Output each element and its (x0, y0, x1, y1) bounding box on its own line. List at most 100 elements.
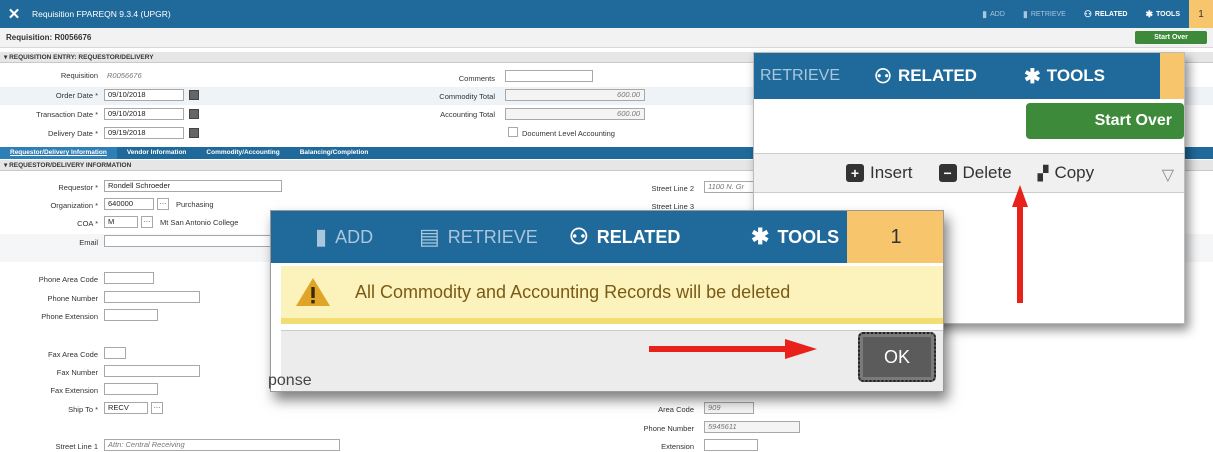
fax-number-field[interactable] (104, 365, 200, 377)
street-line1-field[interactable]: Attn: Central Receiving (104, 439, 340, 451)
requisition-bar: Requisition: R0056676 Start Over (0, 28, 1213, 48)
gear-icon: ✱ (1024, 65, 1041, 88)
delete-button[interactable]: − Delete (913, 163, 1012, 183)
document-level-label: Document Level Accounting (522, 129, 615, 138)
fax-number-label: Fax Number (56, 368, 98, 377)
street-line2-label: Street Line 2 (651, 184, 694, 193)
app-header: ✕ Requisition FPAREQN 9.3.4 (UPGR) ▮ ADD … (0, 0, 1213, 28)
tools-button[interactable]: ✱ TOOLS (751, 211, 839, 263)
copy-icon: ▞ (1037, 164, 1049, 181)
background-text: ponse (268, 372, 312, 389)
tools-button[interactable]: ✱ TOOLS (1024, 64, 1174, 89)
minus-icon: − (938, 164, 957, 182)
area-code-label: Area Code (658, 405, 694, 414)
related-icon: ⚇ (874, 65, 892, 88)
related-button[interactable]: ⚇ RELATED (1075, 0, 1137, 28)
add-button[interactable]: ▮ ADD (973, 0, 1014, 28)
transaction-date-label: Transaction Date * (36, 110, 98, 119)
start-over-button[interactable]: Start Over (1026, 103, 1184, 139)
retrieve-button[interactable]: ▤ RETRIEVE (419, 211, 538, 263)
delivery-date-field[interactable]: 09/19/2018 (104, 127, 184, 139)
calendar-icon[interactable] (189, 128, 199, 138)
tools-button[interactable]: ✱ TOOLS (1136, 0, 1189, 28)
start-over-button[interactable]: Start Over (1135, 31, 1207, 44)
organization-label: Organization * (50, 201, 98, 210)
phone-number-field[interactable] (104, 291, 200, 303)
requisition-value: R0056676 (107, 71, 142, 80)
related-icon: ⚇ (1083, 8, 1092, 19)
filter-icon[interactable]: ▽ (1162, 165, 1174, 185)
organization-desc: Purchasing (176, 200, 214, 209)
calendar-icon[interactable] (189, 109, 199, 119)
organization-field[interactable]: 640000 (104, 198, 154, 210)
retrieve-icon: ▤ (419, 224, 440, 249)
tab-commodity-accounting[interactable]: Commodity/Accounting (196, 147, 289, 159)
related-button[interactable]: ⚇ RELATED (569, 211, 680, 263)
add-button[interactable]: ▮ ADD (315, 211, 373, 263)
arrow-right-icon (649, 339, 817, 359)
add-icon: ▮ (982, 8, 988, 19)
phone-area-label: Phone Area Code (38, 275, 98, 284)
lookup-icon[interactable]: … (157, 198, 169, 210)
phone-label: Phone Number (643, 424, 694, 433)
retrieve-icon: ▮ (1022, 8, 1028, 19)
arrow-up-icon (1012, 185, 1028, 303)
copy-button[interactable]: ▞ Copy (1012, 163, 1094, 183)
extension-label: Extension (661, 442, 694, 451)
phone-area-field[interactable] (104, 272, 154, 284)
email-label: Email (79, 238, 98, 247)
calendar-icon[interactable] (189, 90, 199, 100)
page-title: Requisition FPAREQN 9.3.4 (UPGR) (32, 9, 171, 19)
notification-badge[interactable]: 1 (1189, 0, 1213, 28)
retrieve-button[interactable]: RETRIEVE (754, 67, 874, 85)
street-line1-label: Street Line 1 (55, 442, 98, 451)
ship-to-field[interactable]: RECV (104, 402, 148, 414)
ship-to-label: Ship To * (68, 405, 98, 414)
notification-badge[interactable] (1160, 53, 1184, 99)
document-level-checkbox[interactable] (508, 127, 518, 137)
phone-extension-label: Phone Extension (41, 312, 98, 321)
requisition-heading: Requisition: R0056676 (6, 33, 92, 42)
requestor-field[interactable]: Rondell Schroeder (104, 180, 282, 192)
tab-vendor[interactable]: Vendor Information (117, 147, 197, 159)
warning-icon (296, 278, 330, 306)
tab-requestor-delivery[interactable]: Requestor/Delivery Information (0, 147, 117, 159)
ok-button[interactable]: OK (858, 332, 936, 382)
phone-extension-field[interactable] (104, 309, 158, 321)
notification-badge[interactable]: 1 (847, 211, 943, 263)
extension-field[interactable] (704, 439, 758, 451)
email-field[interactable] (104, 235, 282, 247)
tab-balancing-completion[interactable]: Balancing/Completion (290, 147, 379, 159)
phone-field[interactable]: 5945611 (704, 421, 800, 433)
grid-toolbar: + Insert − Delete ▞ Copy (754, 153, 1184, 193)
transaction-date-field[interactable]: 09/10/2018 (104, 108, 184, 120)
dialog-toolbar: ▮ ADD ▤ RETRIEVE ⚇ RELATED ✱ TOOLS 1 (271, 211, 943, 263)
dialog-footer (281, 330, 943, 391)
requisition-label: Requisition (60, 71, 98, 80)
lookup-icon[interactable]: … (151, 402, 163, 414)
area-code-field[interactable]: 909 (704, 402, 754, 414)
requestor-label: Requestor * (58, 183, 98, 192)
comments-field[interactable] (505, 70, 593, 82)
coa-label: COA * (77, 219, 98, 228)
insert-button[interactable]: + Insert (754, 163, 913, 183)
plus-icon: + (846, 164, 864, 182)
related-button[interactable]: ⚇ RELATED (874, 64, 1024, 89)
gear-icon: ✱ (1145, 8, 1154, 19)
coa-field[interactable]: M (104, 216, 138, 228)
phone-number-label: Phone Number (47, 294, 98, 303)
fax-extension-field[interactable] (104, 383, 158, 395)
dialog-callout: ▮ ADD ▤ RETRIEVE ⚇ RELATED ✱ TOOLS 1 All Com… (270, 210, 944, 392)
comments-label: Comments (458, 74, 495, 83)
commodity-total-field: 600.00 (505, 89, 645, 101)
zoom-toolbar: RETRIEVE ⚇ RELATED ✱ TOOLS (754, 53, 1184, 99)
warning-message: All Commodity and Accounting Records wil… (281, 266, 943, 324)
delivery-date-label: Delivery Date * (47, 129, 98, 138)
order-date-field[interactable]: 09/10/2018 (104, 89, 184, 101)
close-icon[interactable]: ✕ (0, 0, 28, 28)
lookup-icon[interactable]: … (141, 216, 153, 228)
fax-area-field[interactable] (104, 347, 126, 359)
gear-icon: ✱ (751, 224, 770, 249)
fax-area-label: Fax Area Code (47, 350, 98, 359)
retrieve-button[interactable]: ▮ RETRIEVE (1014, 0, 1075, 28)
